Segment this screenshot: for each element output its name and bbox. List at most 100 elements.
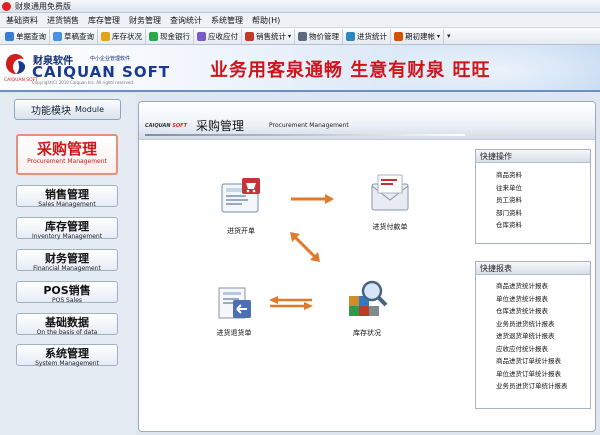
receivable-icon (197, 31, 206, 41)
toolbar-label: 单据查询 (16, 31, 46, 41)
toolbar-label: 物价管理 (309, 31, 340, 41)
quick-report-link[interactable]: 进货退货单统计报表 (476, 330, 590, 343)
toolbar-opening-account-button[interactable]: 期初建帐 ▾ (391, 28, 445, 44)
menu-system[interactable]: 系统管理 (211, 15, 243, 26)
module-label-cn: 财务管理 (45, 252, 89, 265)
quick-operations-title: 快捷操作 (476, 150, 590, 163)
chevron-down-icon[interactable]: ▾ (437, 33, 440, 40)
inventory-icon (101, 31, 110, 41)
return-order-icon (218, 287, 251, 319)
logo-tagline: 中小企业管理软件 (90, 56, 131, 62)
module-label-cn: 库存管理 (45, 220, 89, 233)
toolbar: 单据查询 草稿查询 库存状况 现金银行 应收应付 销售统计 ▾ 物价管理 进货统计 期初建帐 ▾ ▾ (0, 28, 600, 45)
toolbar-label: 销售统计 (256, 31, 286, 41)
menu-basic-data[interactable]: 基础资料 (6, 15, 38, 26)
quick-operation-link[interactable]: 往来单位 (476, 182, 590, 195)
toolbar-label: 现金银行 (160, 31, 190, 41)
quick-report-link[interactable]: 单位进货统计报表 (476, 293, 590, 306)
flow-arrow-bidirectional-icon (269, 296, 313, 310)
toolbar-document-search-button[interactable]: 单据查询 (2, 28, 50, 44)
app-window: 财泉通用免费版 基础资料 进货销售 库存管理 财务管理 查询统计 系统管理 帮助… (0, 0, 600, 435)
toolbar-bank-button[interactable]: 现金银行 (146, 28, 194, 44)
panel-brand-a: CAIQUAN (145, 123, 171, 129)
module-label-en: POS Sales (51, 297, 83, 304)
stock-status-button[interactable]: 库存状况 (337, 278, 397, 338)
stock-search-icon (349, 280, 388, 316)
toolbar-label: 期初建帐 (405, 31, 436, 41)
banner: 财泉软件 中小企业管理软件 CAIQUAN SOFT CAIQUAN SOFT … (0, 45, 600, 92)
quick-operation-link[interactable]: 部门资料 (476, 207, 590, 220)
bank-icon (149, 31, 158, 41)
toolbar-inventory-button[interactable]: 库存状况 (98, 28, 146, 44)
menu-finance[interactable]: 财务管理 (129, 15, 161, 26)
panel-brand: CAIQUAN SOFT (145, 123, 187, 129)
toolbar-price-grid-button[interactable]: 物价管理 (295, 28, 344, 44)
toolbar-overflow-icon[interactable]: ▾ (447, 32, 451, 40)
toolbar-draft-button[interactable]: 草稿查询 (50, 28, 98, 44)
module-sidebar: 功能模块 Module 采购管理 Procurement Management 销售… (0, 94, 136, 435)
quick-report-link[interactable]: 应收应付统计报表 (476, 343, 590, 356)
module-label-cn: 采购管理 (36, 140, 97, 158)
price-grid-icon (298, 31, 308, 41)
flow-arrow-right-icon (291, 194, 334, 204)
payment-envelope-icon (371, 174, 409, 211)
menu-help[interactable]: 帮助(H) (252, 15, 280, 26)
menu-query-stats[interactable]: 查询统计 (170, 15, 202, 26)
module-financial-management[interactable]: 财务管理 Financial Management (16, 249, 118, 272)
document-search-icon (5, 31, 14, 41)
toolbar-purchase-chart-button[interactable]: 进货统计 (343, 28, 392, 44)
quick-report-link[interactable]: 单位进货订单统计报表 (476, 368, 590, 381)
module-on-the-basis-of-data[interactable]: 基础数据 On the basis of data (16, 313, 118, 336)
flow-arrow-diagonal-icon (290, 232, 320, 262)
panel-brand-b: SOFT (172, 123, 187, 129)
draft-icon (53, 31, 62, 41)
purchase-payment-button[interactable]: 进货付款单 (358, 170, 422, 232)
menu-bar: 基础资料 进货销售 库存管理 财务管理 查询统计 系统管理 帮助(H) (0, 13, 600, 28)
quick-report-link[interactable]: 商品进货订单统计报表 (476, 355, 590, 368)
module-procurement-management[interactable]: 采购管理 Procurement Management (16, 134, 118, 175)
module-label-en: System Management (35, 360, 99, 367)
purchase-return-button[interactable]: 进货退货单 (201, 282, 267, 338)
menu-purchase-sales[interactable]: 进货销售 (47, 15, 79, 26)
quick-operation-link[interactable]: 员工资料 (476, 194, 590, 207)
panel-title-en: Procurement Management (269, 122, 349, 129)
toolbar-receivable-button[interactable]: 应收应付 (194, 28, 242, 44)
copyright-text: Copyright(C) 2010 Caiquan Inc. All right… (32, 80, 135, 85)
purchase-order-icon (221, 178, 260, 213)
module-pos-sales[interactable]: POS销售 POS Sales (16, 281, 118, 304)
purchase-return-label: 进货退货单 (216, 329, 252, 337)
sales-chart-icon (245, 31, 254, 41)
module-header-en: Module (74, 105, 105, 114)
quick-operations-panel: 快捷操作 商品资料 往来单位 员工资料 部门资料 仓库资料 (475, 149, 591, 244)
menu-inventory[interactable]: 库存管理 (88, 15, 120, 26)
panel-header: CAIQUAN SOFT 采购管理 Procurement Management (139, 102, 595, 140)
procurement-panel: CAIQUAN SOFT 采购管理 Procurement Management… (138, 101, 596, 432)
module-label-cn: 销售管理 (45, 188, 89, 201)
module-header: 功能模块 Module (14, 99, 121, 120)
quick-operation-link[interactable]: 商品资料 (476, 169, 590, 182)
module-inventory-management[interactable]: 库存管理 Inventory Management (16, 217, 118, 240)
purchase-chart-icon (346, 31, 356, 41)
toolbar-label: 应收应付 (208, 31, 238, 41)
opening-account-icon (394, 31, 404, 41)
quick-report-link[interactable]: 业务员进货统计报表 (476, 318, 590, 331)
banner-slogan: 业务用客泉通畅 生意有财泉 旺旺 (210, 60, 491, 81)
quick-report-link[interactable]: 仓库进货统计报表 (476, 305, 590, 318)
purchase-order-button[interactable]: 进货开单 (211, 174, 271, 236)
chevron-down-icon[interactable]: ▾ (288, 33, 291, 40)
panel-header-divider (145, 134, 465, 136)
module-label-cn: 基础数据 (45, 316, 89, 329)
app-logo-icon (2, 1, 11, 11)
quick-operation-link[interactable]: 仓库资料 (476, 219, 590, 232)
toolbar-label: 进货统计 (357, 31, 388, 41)
quick-reports-title: 快捷报表 (476, 262, 590, 275)
module-sales-management[interactable]: 销售管理 Sales Management (16, 185, 118, 208)
quick-report-link[interactable]: 业务员进货订单统计报表 (476, 380, 590, 393)
purchase-payment-label: 进货付款单 (372, 223, 408, 231)
quick-report-link[interactable]: 商品进货统计报表 (476, 280, 590, 293)
module-label-en: Financial Management (33, 265, 101, 272)
module-system-management[interactable]: 系统管理 System Management (16, 344, 118, 367)
caiquan-logo-icon (6, 54, 26, 74)
module-header-cn: 功能模块 (30, 106, 71, 117)
toolbar-sales-chart-button[interactable]: 销售统计 ▾ (242, 28, 296, 44)
